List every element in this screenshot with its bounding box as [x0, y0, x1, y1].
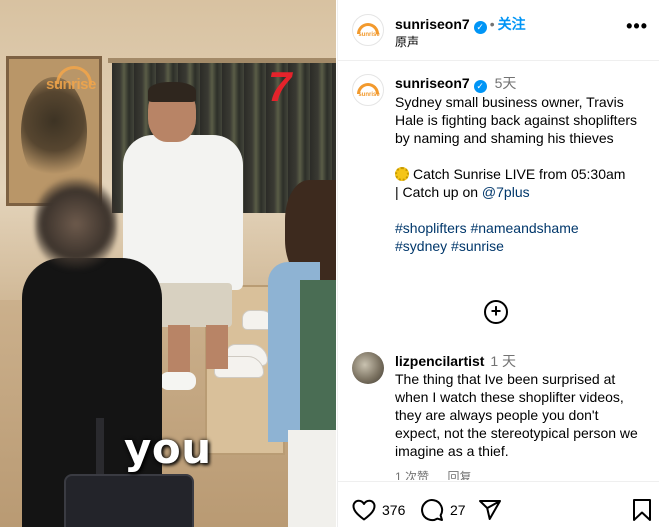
comment-username[interactable]: lizpencilartist: [395, 353, 484, 369]
bookmark-icon[interactable]: [632, 498, 652, 522]
audio-label[interactable]: 原声: [395, 33, 419, 50]
comment-time: 1 天: [490, 353, 517, 369]
comment-likes[interactable]: 1 次赞: [395, 470, 429, 480]
follow-button[interactable]: 关注: [498, 16, 526, 32]
customer-figure-skirt: [288, 430, 336, 527]
heart-icon[interactable]: [352, 499, 376, 521]
paper-plane-icon[interactable]: [478, 498, 502, 522]
comment-reply-button[interactable]: 回复: [447, 470, 471, 480]
post-header: sunrise sunriseon7 ✓ • 关注 原声 •••: [338, 0, 659, 61]
sun-icon: [395, 167, 409, 181]
comment-bubble-icon[interactable]: [420, 498, 444, 522]
comments-scroll-area[interactable]: sunrise sunriseon7 ✓ 5天 Sydney small busi…: [338, 62, 659, 480]
video-subtitle: you: [124, 424, 212, 473]
shop-owner-leg: [206, 325, 228, 369]
catchup-line: | Catch up on @7plus: [395, 183, 647, 201]
caption-username[interactable]: sunriseon7: [395, 75, 470, 91]
plus-circle-icon[interactable]: +: [484, 300, 508, 324]
shop-owner-shorts: [150, 283, 232, 327]
header-username[interactable]: sunriseon7: [395, 16, 470, 32]
caption-block: sunriseon7 ✓ 5天 Sydney small business own…: [395, 74, 647, 255]
seven-network-watermark: 7: [268, 63, 292, 110]
caption-time: 5天: [494, 75, 517, 91]
commenter-avatar[interactable]: [352, 352, 384, 384]
shop-owner-hair: [148, 82, 196, 102]
live-line: Catch Sunrise LIVE from 05:30am: [395, 165, 647, 183]
mention-7plus-link[interactable]: @7plus: [482, 184, 530, 200]
likes-count[interactable]: 376: [382, 502, 405, 518]
action-bar: 376 27: [338, 481, 659, 527]
catchup-prefix: | Catch up on: [395, 184, 482, 200]
live-line-text: Catch Sunrise LIVE from 05:30am: [413, 166, 626, 182]
header-user-row: sunriseon7 ✓ • 关注: [395, 14, 526, 34]
blurred-face: [35, 178, 117, 270]
comment-item: lizpencilartist 1 天 The thing that Ive b…: [395, 352, 647, 480]
comments-count[interactable]: 27: [450, 502, 466, 518]
sunrise-logo-avatar[interactable]: sunrise: [352, 14, 384, 46]
verified-badge-icon: ✓: [473, 80, 487, 93]
caption-avatar[interactable]: sunrise: [352, 74, 384, 106]
more-options-icon[interactable]: •••: [626, 16, 648, 37]
sunrise-watermark: sunrise: [46, 76, 96, 93]
header-separator: •: [489, 16, 495, 32]
verified-badge-icon: ✓: [473, 21, 487, 34]
hashtags-line-1[interactable]: #shoplifters #nameandshame: [395, 219, 647, 237]
suitcase: [64, 474, 194, 527]
caption-text: Sydney small business owner, Travis Hale…: [395, 94, 638, 146]
suitcase-handle: [96, 418, 104, 478]
post-panel: sunrise sunriseon7 ✓ • 关注 原声 ••• sunrise su…: [337, 0, 659, 527]
hashtags-line-2[interactable]: #sydney #sunrise: [395, 237, 647, 255]
shop-owner-leg: [168, 325, 190, 377]
shop-owner-shoe: [160, 372, 196, 390]
video-player[interactable]: sunrise 7 you: [0, 0, 336, 527]
comment-text: The thing that Ive been surprised at whe…: [395, 371, 638, 459]
